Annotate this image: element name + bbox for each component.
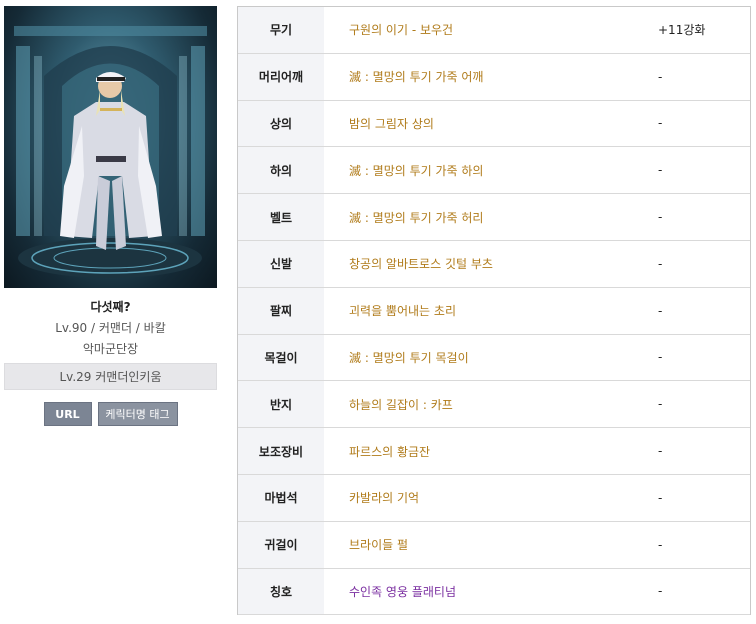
item-link[interactable]: 滅 : 멸망의 투기 가죽 하의: [324, 147, 658, 193]
slot-label: 하의: [238, 147, 324, 194]
slot-label: 보조장비: [238, 428, 324, 474]
adventure-tag: Lv.29 커맨더인키움: [4, 363, 217, 390]
item-link[interactable]: 구원의 이기 - 보우건: [324, 7, 658, 53]
equipment-table: 무기 구원의 이기 - 보우건 +11강화 머리어깨 滅 : 멸망의 투기 가죽…: [237, 6, 751, 616]
equipment-row: 신발 창공의 알바트로스 깃털 부츠 -: [238, 240, 750, 288]
enhance-value: -: [658, 210, 663, 225]
character-name: 다섯째?: [90, 300, 131, 314]
enhance-value: -: [658, 350, 663, 365]
item-link[interactable]: 괴력을 뿜어내는 초리: [324, 288, 658, 334]
item-link[interactable]: 카발라의 기억: [324, 475, 658, 521]
item-link[interactable]: 수인족 영웅 플래티넘: [324, 569, 658, 615]
enhance-value: -: [658, 444, 663, 459]
slot-label: 벨트: [238, 194, 324, 240]
item-link[interactable]: 밤의 그림자 상의: [324, 101, 658, 147]
slot-label: 팔찌: [238, 287, 324, 334]
character-level-job: Lv.90 / 커맨더 / 바칼: [55, 321, 166, 335]
equipment-row: 머리어깨 滅 : 멸망의 투기 가죽 어깨 -: [238, 53, 750, 101]
slot-label: 무기: [238, 7, 324, 53]
enhance-value: -: [658, 69, 663, 84]
profile-buttons: URL 케릭터명 태그: [4, 402, 217, 426]
slot-label: 신발: [238, 240, 324, 287]
equipment-row: 보조장비 파르스의 황금잔 -: [238, 428, 750, 475]
enhance-value: -: [658, 584, 663, 599]
slot-label: 칭호: [238, 568, 324, 615]
enhance-value: -: [658, 490, 663, 505]
equipment-row: 귀걸이 브라이들 펄 -: [238, 521, 750, 569]
name-tag-button[interactable]: 케릭터명 태그: [97, 402, 178, 426]
item-link[interactable]: 브라이들 펄: [324, 522, 658, 568]
equipment-row: 칭호 수인족 영웅 플래티넘 -: [238, 568, 750, 616]
slot-label: 반지: [238, 381, 324, 428]
enhance-value: -: [658, 116, 663, 131]
equipment-row: 벨트 滅 : 멸망의 투기 가죽 허리 -: [238, 194, 750, 241]
item-link[interactable]: 하늘의 길잡이 : 카프: [324, 381, 658, 427]
equipment-row: 하의 滅 : 멸망의 투기 가죽 하의 -: [238, 147, 750, 195]
equipment-row: 상의 밤의 그림자 상의 -: [238, 100, 750, 148]
character-portrait: [4, 6, 217, 288]
equipment-row: 팔찌 괴력을 뿜어내는 초리 -: [238, 287, 750, 335]
equipment-row: 마법석 카발라의 기억 -: [238, 474, 750, 522]
slot-label: 목걸이: [238, 334, 324, 381]
character-profile: 다섯째? Lv.90 / 커맨더 / 바칼 악마군단장 Lv.29 커맨더인키움…: [4, 6, 217, 426]
character-illustration: [14, 26, 207, 278]
slot-label: 귀걸이: [238, 521, 324, 568]
item-link[interactable]: 창공의 알바트로스 깃털 부츠: [324, 241, 658, 287]
item-link[interactable]: 滅 : 멸망의 투기 가죽 어깨: [324, 54, 658, 100]
enhance-value: -: [658, 397, 663, 412]
item-link[interactable]: 파르스의 황금잔: [324, 428, 658, 474]
enhance-value: -: [658, 163, 663, 178]
slot-label: 상의: [238, 100, 324, 147]
equipment-row: 무기 구원의 이기 - 보우건 +11강화: [238, 7, 750, 54]
slot-label: 마법석: [238, 474, 324, 521]
url-button[interactable]: URL: [43, 402, 92, 426]
item-link[interactable]: 滅 : 멸망의 투기 가죽 허리: [324, 194, 658, 240]
item-link[interactable]: 滅 : 멸망의 투기 목걸이: [324, 335, 658, 381]
enhance-value: -: [658, 303, 663, 318]
enhance-value: -: [658, 256, 663, 271]
enhance-value: +11강화: [658, 23, 706, 38]
enhance-value: -: [658, 537, 663, 552]
slot-label: 머리어깨: [238, 53, 324, 100]
character-guild: 악마군단장: [82, 342, 139, 356]
equipment-row: 목걸이 滅 : 멸망의 투기 목걸이 -: [238, 334, 750, 382]
equipment-row: 반지 하늘의 길잡이 : 카프 -: [238, 381, 750, 429]
